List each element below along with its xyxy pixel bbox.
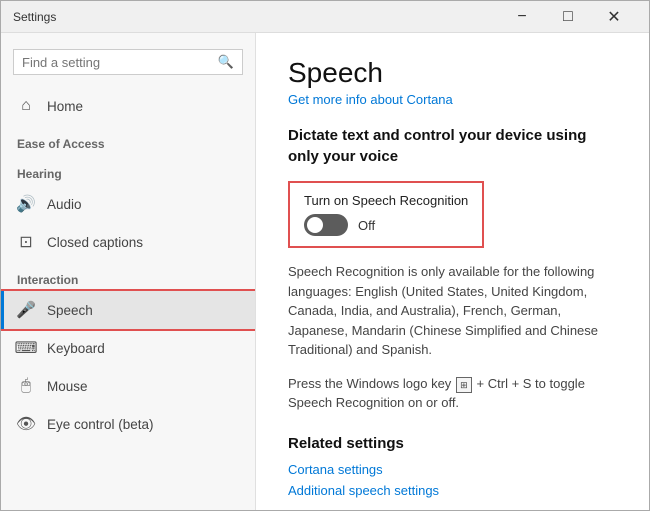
- shortcut-info: Press the Windows logo key ⊞ + Ctrl + S …: [288, 374, 617, 413]
- additional-speech-link[interactable]: Additional speech settings: [288, 483, 617, 498]
- minimize-button[interactable]: −: [499, 1, 545, 33]
- title-bar: Settings − □ ✕: [1, 1, 649, 33]
- sidebar-item-captions[interactable]: ⊡ Closed captions: [1, 223, 255, 261]
- speech-recognition-toggle[interactable]: [304, 214, 348, 236]
- toggle-row: Off: [304, 214, 468, 236]
- captions-icon: ⊡: [17, 233, 35, 251]
- main-content: Speech Get more info about Cortana Dicta…: [256, 33, 649, 510]
- shortcut-prefix: Press the Windows logo key: [288, 376, 455, 391]
- home-icon: ⌂: [17, 97, 35, 115]
- keyboard-icon: ⌨: [17, 339, 35, 357]
- search-input[interactable]: [22, 55, 212, 70]
- interaction-section: Interaction: [1, 261, 255, 291]
- speech-label: Speech: [47, 303, 93, 318]
- cortana-settings-link[interactable]: Cortana settings: [288, 462, 617, 477]
- cortana-info-link[interactable]: Get more info about Cortana: [288, 92, 453, 107]
- maximize-button[interactable]: □: [545, 1, 591, 33]
- settings-window: Settings − □ ✕ 🔍 ⌂ Home Ease of Access H…: [0, 0, 650, 511]
- eye-control-label: Eye control (beta): [47, 417, 154, 432]
- speech-recognition-toggle-box: Turn on Speech Recognition Off: [288, 181, 484, 248]
- close-button[interactable]: ✕: [591, 1, 637, 33]
- mouse-icon: 🖱: [17, 377, 35, 395]
- title-bar-title: Settings: [13, 10, 499, 24]
- search-box[interactable]: 🔍: [13, 49, 243, 75]
- title-bar-controls: − □ ✕: [499, 1, 637, 33]
- eye-control-icon: 👁: [17, 415, 35, 433]
- speech-icon: 🎤: [17, 301, 35, 319]
- mouse-label: Mouse: [47, 379, 88, 394]
- sidebar-item-mouse[interactable]: 🖱 Mouse: [1, 367, 255, 405]
- language-info: Speech Recognition is only available for…: [288, 262, 617, 360]
- hearing-section: Hearing: [1, 155, 255, 185]
- toggle-state: Off: [358, 218, 375, 233]
- sidebar-item-keyboard[interactable]: ⌨ Keyboard: [1, 329, 255, 367]
- home-label: Home: [47, 99, 83, 114]
- toggle-label: Turn on Speech Recognition: [304, 193, 468, 208]
- toggle-thumb: [307, 217, 323, 233]
- sidebar-item-eye-control[interactable]: 👁 Eye control (beta): [1, 405, 255, 443]
- keyboard-label: Keyboard: [47, 341, 105, 356]
- toggle-track: [304, 214, 348, 236]
- content-area: 🔍 ⌂ Home Ease of Access Hearing 🔊 Audio …: [1, 33, 649, 510]
- dictate-heading: Dictate text and control your device usi…: [288, 125, 617, 167]
- audio-label: Audio: [47, 197, 82, 212]
- search-icon: 🔍: [218, 54, 234, 70]
- audio-icon: 🔊: [17, 195, 35, 213]
- page-title: Speech: [288, 57, 617, 89]
- sidebar-item-speech[interactable]: 🎤 Speech: [1, 291, 255, 329]
- sidebar: 🔍 ⌂ Home Ease of Access Hearing 🔊 Audio …: [1, 33, 256, 510]
- ease-of-access-section: Ease of Access: [1, 125, 255, 155]
- sidebar-item-audio[interactable]: 🔊 Audio: [1, 185, 255, 223]
- captions-label: Closed captions: [47, 235, 143, 250]
- windows-key-icon: ⊞: [456, 377, 472, 393]
- sidebar-item-home[interactable]: ⌂ Home: [1, 87, 255, 125]
- related-settings-heading: Related settings: [288, 435, 617, 452]
